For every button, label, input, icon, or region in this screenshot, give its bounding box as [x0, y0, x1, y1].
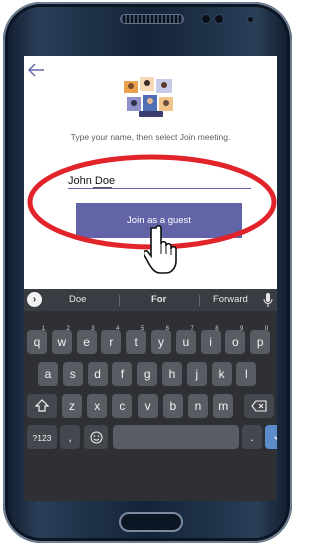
key-number-hint: 8: [215, 326, 219, 332]
period-key[interactable]: .: [242, 425, 262, 449]
key-number-hint: 0: [264, 326, 269, 332]
key-t[interactable]: 5t: [126, 326, 147, 354]
key-number-hint: 6: [165, 326, 169, 332]
home-button[interactable]: [119, 512, 183, 532]
key-d[interactable]: d: [87, 362, 108, 386]
key-number-hint: 3: [91, 326, 95, 332]
light-sensor: [214, 14, 224, 24]
key-k[interactable]: k: [211, 362, 232, 386]
key-q[interactable]: 1q: [27, 326, 47, 354]
key-a[interactable]: a: [38, 362, 58, 386]
key-number-hint: 5: [140, 326, 145, 332]
suggestion-bar: › Doe For Forward: [24, 289, 277, 311]
backspace-key[interactable]: [244, 394, 274, 418]
key-e[interactable]: 3e: [76, 326, 97, 354]
key-n[interactable]: n: [188, 394, 208, 418]
earpiece-speaker: [120, 14, 184, 24]
microphone-icon[interactable]: [263, 293, 273, 307]
suggestion-doe[interactable]: Doe: [69, 294, 86, 305]
comma-key[interactable]: ,: [60, 425, 80, 449]
key-x[interactable]: x: [87, 394, 108, 418]
suggestion-forward[interactable]: Forward: [213, 294, 248, 305]
key-number-hint: 2: [66, 326, 70, 332]
key-number-hint: 4: [116, 326, 120, 332]
suggestion-expand-icon[interactable]: ›: [27, 292, 42, 307]
instruction-text: Type your name, then select Join meeting…: [70, 132, 231, 142]
join-as-guest-button[interactable]: Join as a guest: [76, 203, 242, 238]
key-number-hint: 7: [190, 326, 194, 332]
key-z[interactable]: z: [62, 394, 82, 418]
key-g[interactable]: g: [137, 362, 158, 386]
key-i[interactable]: 8i: [200, 326, 221, 354]
suggestion-divider: [119, 295, 120, 306]
emoji-key[interactable]: [84, 425, 108, 449]
emoji-icon: [90, 431, 102, 444]
shift-key[interactable]: [27, 394, 57, 418]
suggestion-divider: [199, 295, 200, 306]
key-v[interactable]: v: [137, 394, 158, 418]
key-c[interactable]: c: [112, 394, 133, 418]
key-s[interactable]: s: [62, 362, 83, 386]
space-key[interactable]: [113, 425, 239, 449]
key-u[interactable]: 7u: [175, 326, 196, 354]
spellcheck-underline: [93, 187, 112, 188]
key-f[interactable]: f: [112, 362, 133, 386]
enter-key[interactable]: [265, 425, 277, 449]
key-r[interactable]: 4r: [101, 326, 122, 354]
phone-screen: Type your name, then select Join meeting…: [24, 56, 277, 501]
front-camera: [247, 16, 254, 23]
suggestion-for[interactable]: For: [151, 294, 166, 305]
meeting-illustration: [124, 77, 173, 117]
backspace-icon: [251, 400, 267, 412]
key-p[interactable]: 0p: [250, 326, 271, 354]
key-m[interactable]: m: [213, 394, 234, 418]
check-icon: [274, 436, 277, 441]
key-l[interactable]: l: [236, 362, 257, 386]
key-j[interactable]: j: [186, 362, 207, 386]
key-o[interactable]: 9o: [225, 326, 246, 354]
key-number-hint: 9: [240, 326, 244, 332]
key-h[interactable]: h: [162, 362, 182, 386]
proximity-sensor: [201, 14, 211, 24]
key-number-hint: 1: [41, 326, 45, 332]
key-w[interactable]: 2w: [51, 326, 72, 354]
back-arrow-icon[interactable]: [26, 62, 46, 78]
phone-frame: Type your name, then select Join meeting…: [3, 2, 292, 543]
key-y[interactable]: 6y: [151, 326, 171, 354]
symbols-key[interactable]: ?123: [27, 425, 57, 449]
shift-icon: [34, 399, 50, 412]
key-b[interactable]: b: [162, 394, 183, 418]
soft-keyboard: › Doe For Forward 1q2w3e4r5t6y7u8i9o0p a…: [24, 289, 277, 501]
